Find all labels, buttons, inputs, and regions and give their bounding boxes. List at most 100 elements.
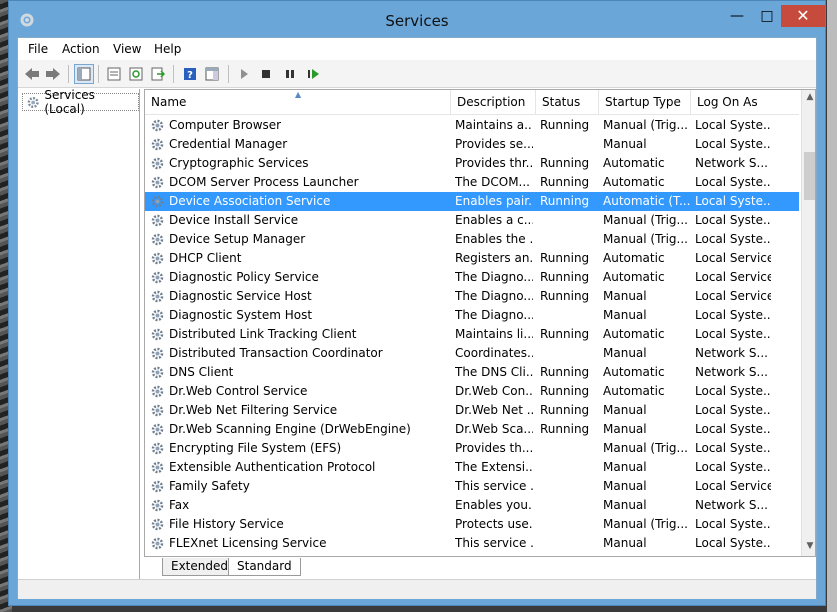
service-gear-icon <box>151 290 164 303</box>
show-hide-console-tree-icon[interactable] <box>74 64 94 84</box>
service-row[interactable]: File History Service Protects use... Manua… <box>145 515 799 534</box>
service-row[interactable]: Cryptographic Services Provides thr... Run… <box>145 154 799 173</box>
scrollbar-thumb[interactable] <box>804 152 815 200</box>
service-name: Device Setup Manager <box>169 232 306 246</box>
service-row[interactable]: DCOM Server Process Launcher The DCOM... R… <box>145 173 799 192</box>
forward-arrow-icon[interactable] <box>43 64 63 84</box>
service-gear-icon <box>151 347 164 360</box>
menu-help[interactable]: Help <box>154 42 181 56</box>
service-description: Dr.Web Net ... <box>455 403 533 417</box>
service-startup-type: Manual <box>603 137 647 151</box>
service-row[interactable]: Device Association Service Enables pair..… <box>145 192 799 211</box>
service-row[interactable]: FLEXnet Licensing Service This service ..… <box>145 534 799 553</box>
service-description: Enables you... <box>455 498 533 512</box>
service-row[interactable]: Credential Manager Provides se... Manual Lo… <box>145 135 799 154</box>
tree-node-services-local[interactable]: Services (Local) <box>22 88 139 116</box>
service-row[interactable]: Distributed Link Tracking Client Maintain… <box>145 325 799 344</box>
service-name: Distributed Transaction Coordinator <box>169 346 383 360</box>
service-name: Fax <box>169 498 190 512</box>
service-row[interactable]: Dr.Web Control Service Dr.Web Con... Runni… <box>145 382 799 401</box>
service-startup-type: Manual <box>603 403 647 417</box>
service-description: The Diagno... <box>455 270 533 284</box>
service-name: Family Safety <box>169 479 250 493</box>
service-row[interactable]: Device Setup Manager Enables the ... Manua… <box>145 230 799 249</box>
restart-service-icon[interactable] <box>304 64 324 84</box>
service-description: The DCOM... <box>455 175 530 189</box>
service-row[interactable]: Diagnostic Service Host The Diagno... Runn… <box>145 287 799 306</box>
tab-standard[interactable]: Standard <box>228 558 301 576</box>
properties-icon[interactable] <box>104 64 124 84</box>
stop-service-icon[interactable] <box>256 64 276 84</box>
client-area: File Action View Help ? Services (Local)… <box>17 37 817 599</box>
service-row[interactable]: Dr.Web Scanning Engine (DrWebEngine) Dr.W… <box>145 420 799 439</box>
show-hide-action-pane-icon[interactable] <box>202 64 222 84</box>
service-description: Provides thr... <box>455 156 533 170</box>
scroll-down-arrow-icon[interactable]: ▼ <box>805 541 815 551</box>
service-startup-type: Manual <box>603 536 647 550</box>
service-row[interactable]: Device Install Service Enables a c... Manu… <box>145 211 799 230</box>
service-log-on-as: Local Syste... <box>695 308 771 322</box>
service-startup-type: Automatic <box>603 384 665 398</box>
service-gear-icon <box>151 271 164 284</box>
column-header-startup-type[interactable]: Startup Type <box>599 90 691 115</box>
title-bar[interactable]: Services — □ ✕ <box>9 1 825 37</box>
maximize-button[interactable]: □ <box>753 5 781 27</box>
service-startup-type: Manual (Trig... <box>603 517 688 531</box>
service-startup-type: Manual (Trig... <box>603 118 688 132</box>
column-header-log-on-as[interactable]: Log On As <box>691 90 799 115</box>
column-header-status[interactable]: Status <box>536 90 599 115</box>
service-row[interactable]: DNS Client The DNS Cli... Running Automatic… <box>145 363 799 382</box>
service-log-on-as: Network S... <box>695 346 768 360</box>
service-log-on-as: Local Syste... <box>695 422 771 436</box>
service-row[interactable]: Diagnostic System Host The Diagno... Manua… <box>145 306 799 325</box>
menu-file[interactable]: File <box>28 42 48 56</box>
service-startup-type: Manual <box>603 308 647 322</box>
help-icon[interactable]: ? <box>180 64 200 84</box>
service-gear-icon <box>151 214 164 227</box>
service-row[interactable]: Diagnostic Policy Service The Diagno... Ru… <box>145 268 799 287</box>
minimize-button[interactable]: — <box>723 5 751 27</box>
gear-icon <box>27 96 39 108</box>
service-row[interactable]: Family Safety This service ... Manual Local… <box>145 477 799 496</box>
service-row[interactable]: DHCP Client Registers an... Running Automat… <box>145 249 799 268</box>
service-name: Credential Manager <box>169 137 288 151</box>
service-name: Diagnostic System Host <box>169 308 313 322</box>
refresh-icon[interactable] <box>126 64 146 84</box>
start-service-icon[interactable] <box>234 64 254 84</box>
service-log-on-as: Local Syste... <box>695 213 771 227</box>
service-status: Running <box>540 327 590 341</box>
tab-extended[interactable]: Extended <box>162 558 237 576</box>
close-button[interactable]: ✕ <box>781 5 825 27</box>
vertical-scrollbar[interactable]: ▲ ▼ <box>801 90 815 556</box>
service-row[interactable]: Fax Enables you... Manual Network S... <box>145 496 799 515</box>
service-startup-type: Manual (Trig... <box>603 213 688 227</box>
service-status: Running <box>540 251 590 265</box>
service-row[interactable]: Distributed Transaction Coordinator Coord… <box>145 344 799 363</box>
service-row[interactable]: Extensible Authentication Protocol The Ex… <box>145 458 799 477</box>
service-status: Running <box>540 156 590 170</box>
service-startup-type: Automatic (T... <box>603 194 691 208</box>
service-description: This service ... <box>455 536 533 550</box>
scroll-up-arrow-icon[interactable]: ▲ <box>805 92 815 102</box>
service-startup-type: Manual (Trig... <box>603 441 688 455</box>
service-gear-icon <box>151 328 164 341</box>
menu-action[interactable]: Action <box>62 42 100 56</box>
export-list-icon[interactable] <box>148 64 168 84</box>
back-arrow-icon[interactable] <box>22 64 42 84</box>
column-header-description[interactable]: Description <box>451 90 536 115</box>
service-log-on-as: Local Syste... <box>695 137 771 151</box>
service-gear-icon <box>151 404 164 417</box>
service-startup-type: Manual <box>603 346 647 360</box>
service-row[interactable]: Computer Browser Maintains a... Running Man… <box>145 116 799 135</box>
service-row[interactable]: Dr.Web Net Filtering Service Dr.Web Net .… <box>145 401 799 420</box>
window-title: Services <box>385 12 449 30</box>
service-startup-type: Automatic <box>603 270 665 284</box>
service-name: Cryptographic Services <box>169 156 309 170</box>
service-log-on-as: Local Service <box>695 270 771 284</box>
pause-service-icon[interactable] <box>280 64 300 84</box>
menu-view[interactable]: View <box>113 42 141 56</box>
service-row[interactable]: Encrypting File System (EFS) Provides th.… <box>145 439 799 458</box>
service-name: Device Association Service <box>169 194 331 208</box>
service-log-on-as: Local Service <box>695 479 771 493</box>
service-description: The Diagno... <box>455 308 533 322</box>
